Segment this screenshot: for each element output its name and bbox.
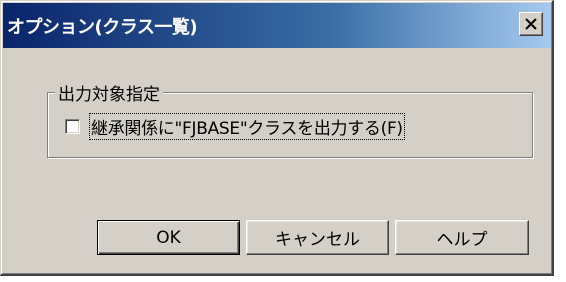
options-dialog: オプション(クラス一覧) 出力対象指定 継承関係に"FJBASE"クラスを出力す…: [0, 0, 554, 276]
ok-button[interactable]: OK: [97, 220, 240, 255]
groupbox-legend: 出力対象指定: [55, 80, 163, 105]
title-bar[interactable]: オプション(クラス一覧): [3, 3, 551, 48]
help-button[interactable]: ヘルプ: [395, 220, 529, 255]
cancel-button[interactable]: キャンセル: [246, 220, 389, 255]
window-title: オプション(クラス一覧): [7, 17, 198, 38]
close-icon: [525, 18, 537, 30]
fjbase-option-row[interactable]: 継承関係に"FJBASE"クラスを出力する(F): [65, 112, 405, 140]
close-button[interactable]: [519, 12, 543, 36]
fjbase-checkbox[interactable]: [65, 118, 80, 134]
fjbase-checkbox-label[interactable]: 継承関係に"FJBASE"クラスを出力する(F): [89, 112, 405, 140]
